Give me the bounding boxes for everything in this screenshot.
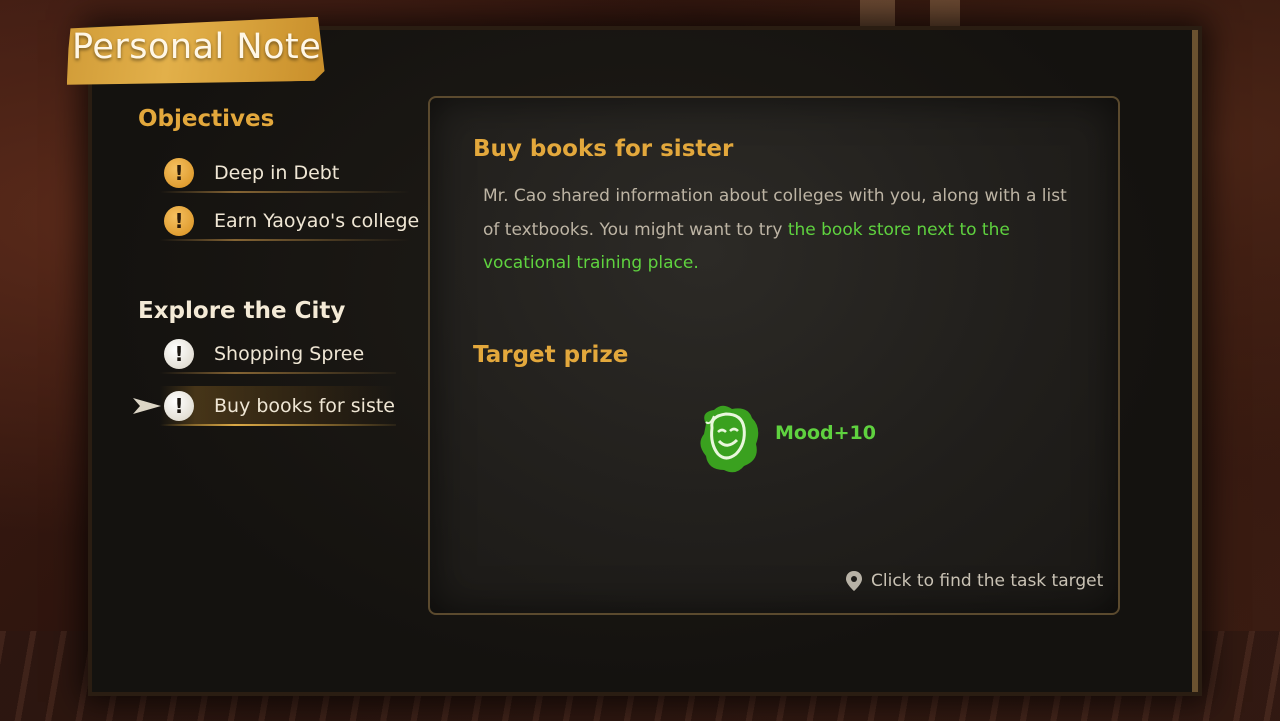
quest-item-deep-in-debt[interactable]: ! Deep in Debt <box>160 153 420 193</box>
exclamation-icon: ! <box>164 158 194 188</box>
quest-item-earn-college[interactable]: ! Earn Yaoyao's college <box>160 201 420 241</box>
quest-label: Earn Yaoyao's college <box>214 210 420 232</box>
divider <box>160 239 410 241</box>
quest-item-buy-books[interactable]: ! Buy books for sister <box>160 386 396 426</box>
find-task-target-button[interactable]: Click to find the task target <box>845 568 1103 594</box>
page-title: Personal Note <box>72 27 322 67</box>
explore-heading: Explore the City <box>138 298 346 324</box>
exclamation-icon: ! <box>164 391 194 421</box>
divider <box>160 372 396 374</box>
quest-description: Mr. Cao shared information about college… <box>483 180 1083 281</box>
divider <box>160 424 396 426</box>
quest-label: Shopping Spree <box>214 343 365 365</box>
prize-heading: Target prize <box>473 342 629 368</box>
divider <box>160 191 410 193</box>
quest-item-shopping-spree[interactable]: ! Shopping Spree <box>160 334 396 374</box>
quest-detail-title: Buy books for sister <box>473 136 734 162</box>
quest-label: Buy books for sister <box>214 395 396 417</box>
prize-value: Mood+10 <box>775 422 876 444</box>
quest-label: Deep in Debt <box>214 162 340 184</box>
location-pin-icon <box>846 571 862 591</box>
objectives-heading: Objectives <box>138 106 275 132</box>
find-task-target-label: Click to find the task target <box>871 571 1104 591</box>
mood-face-icon <box>700 405 759 473</box>
exclamation-icon: ! <box>164 339 194 369</box>
selection-arrow-icon <box>133 398 161 414</box>
exclamation-icon: ! <box>164 206 194 236</box>
